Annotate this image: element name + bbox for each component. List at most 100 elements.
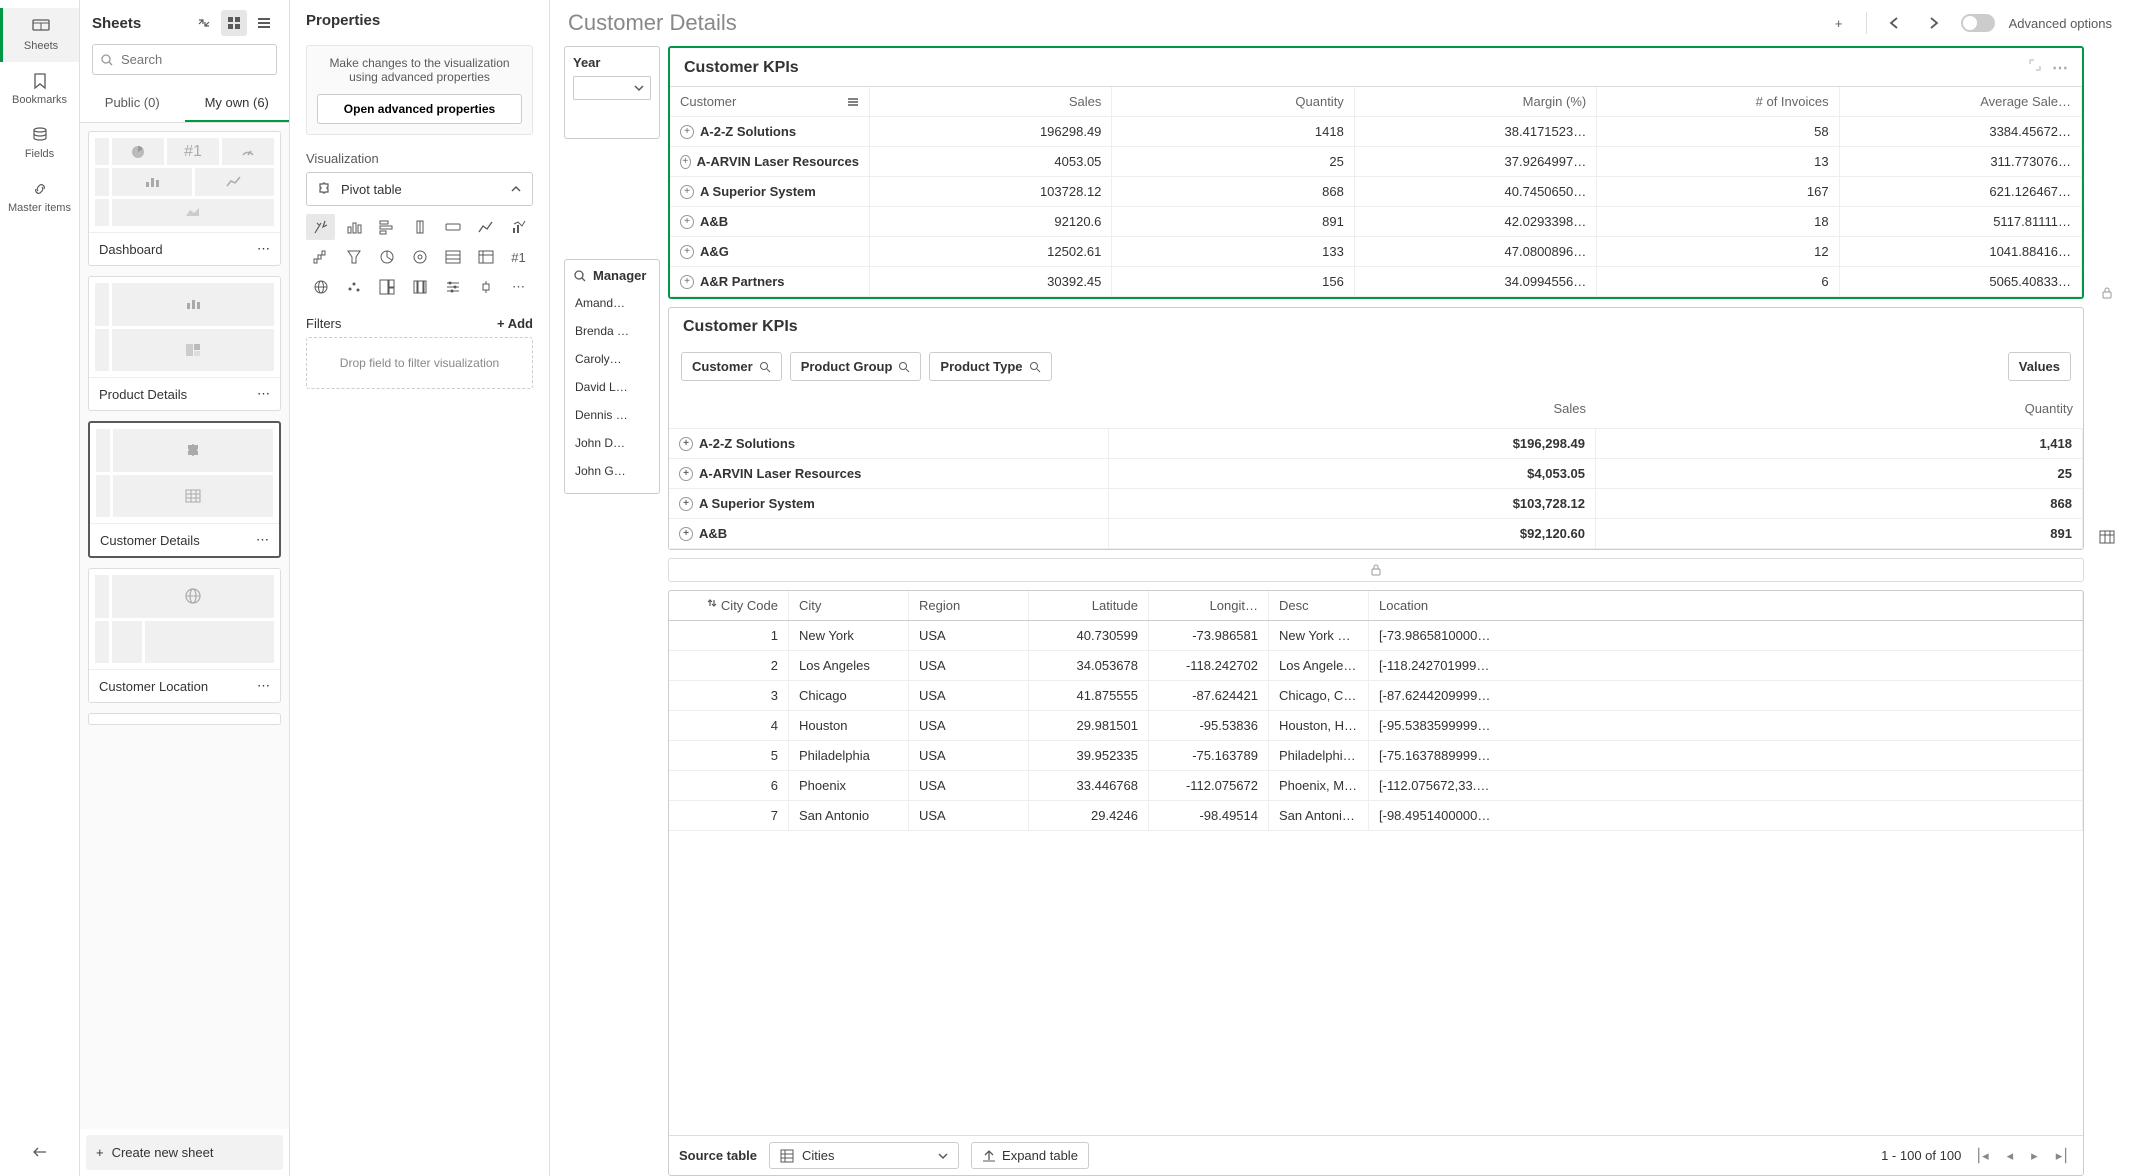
expand-row-button[interactable]: + (680, 155, 691, 169)
city-header-cell[interactable]: Latitude (1029, 591, 1149, 620)
rail-collapse-button[interactable] (30, 1144, 50, 1160)
city-header-cell[interactable]: Location (1369, 591, 2083, 620)
kpi1-row[interactable]: +A&R Partners30392.4515634.0994556…65065… (670, 267, 2082, 297)
expand-row-button[interactable]: + (680, 125, 694, 139)
customer-kpis-card-2[interactable]: Customer KPIs Customer Product Group Pro… (668, 307, 2084, 550)
prev-sheet-button[interactable] (1881, 10, 1907, 36)
sheet-menu-icon[interactable]: ⋯ (257, 386, 270, 402)
rail-sheets[interactable]: Sheets (0, 8, 79, 62)
manager-item[interactable]: Brenda … (565, 317, 659, 345)
manager-item[interactable]: Amand… (565, 289, 659, 317)
chip-values[interactable]: Values (2008, 352, 2071, 381)
source-dropdown[interactable]: Cities (769, 1142, 959, 1169)
rail-master-items[interactable]: Master items (0, 170, 79, 224)
year-dropdown[interactable] (573, 76, 651, 100)
expand-row-button[interactable]: + (680, 245, 694, 259)
viz-donut-icon[interactable] (405, 244, 434, 270)
sheet-card-customer-location[interactable]: Customer Location⋯ (88, 568, 281, 703)
manager-item[interactable]: David L… (565, 373, 659, 401)
kpi1-header-cell[interactable]: Quantity (1112, 87, 1354, 116)
viz-more-icon[interactable]: ⋯ (504, 274, 533, 300)
city-header-cell[interactable]: City (789, 591, 909, 620)
expand-row-button[interactable]: + (679, 527, 693, 541)
viz-button-icon[interactable] (438, 214, 467, 240)
page-last-button[interactable]: ▸⎮ (2052, 1146, 2073, 1166)
city-header-cell[interactable]: Region (909, 591, 1029, 620)
page-prev-button[interactable]: ◂ (2003, 1146, 2018, 1166)
viz-box-icon[interactable] (471, 274, 500, 300)
city-row[interactable]: 4HoustonUSA29.981501-95.53836Houston, Ha… (669, 711, 2083, 741)
fullscreen-icon[interactable] (2028, 58, 2042, 78)
tab-myown[interactable]: My own (6) (185, 85, 290, 122)
kpi2-row[interactable]: +A&B$92,120.60891 (669, 519, 2083, 549)
city-header-cell[interactable]: Longit… (1149, 591, 1269, 620)
column-menu-icon[interactable] (847, 96, 859, 108)
viz-pivot-icon[interactable] (471, 244, 500, 270)
kpi1-row[interactable]: +A&G12502.6113347.0800896…121041.88416… (670, 237, 2082, 267)
sheet-card-dashboard[interactable]: #1 Dashboard⋯ (88, 131, 281, 266)
lock-icon[interactable] (2101, 286, 2113, 300)
grid-view-icon[interactable] (221, 10, 247, 36)
search-icon[interactable] (573, 269, 587, 283)
kpi2-header-cell[interactable]: Sales (1109, 395, 1596, 422)
expand-row-button[interactable]: + (679, 497, 693, 511)
expand-panel-icon[interactable] (191, 10, 217, 36)
sheets-search-input[interactable] (92, 44, 277, 75)
page-next-button[interactable]: ▸ (2027, 1146, 2042, 1166)
viz-auto-icon[interactable] (306, 214, 335, 240)
expand-row-button[interactable]: + (679, 467, 693, 481)
manager-item[interactable]: John G… (565, 457, 659, 485)
expand-row-button[interactable]: + (680, 185, 694, 199)
viz-bar-horiz-icon[interactable] (372, 214, 401, 240)
expand-row-button[interactable]: + (680, 215, 694, 229)
kpi1-header-cell[interactable]: # of Invoices (1597, 87, 1839, 116)
expand-row-button[interactable]: + (679, 437, 693, 451)
city-row[interactable]: 5PhiladelphiaUSA39.952335-75.163789Phila… (669, 741, 2083, 771)
viz-bar-vert-icon[interactable] (339, 214, 368, 240)
sheet-card-customer-details[interactable]: Customer Details⋯ (88, 421, 281, 558)
city-row[interactable]: 2Los AngelesUSA34.053678-118.242702Los A… (669, 651, 2083, 681)
viz-distribution-icon[interactable] (438, 274, 467, 300)
viz-bullet-icon[interactable] (405, 214, 434, 240)
chip-product-type[interactable]: Product Type (929, 352, 1051, 381)
viz-scatter-icon[interactable] (339, 274, 368, 300)
rail-bookmarks[interactable]: Bookmarks (0, 62, 79, 116)
next-sheet-button[interactable] (1921, 10, 1947, 36)
city-row[interactable]: 7San AntonioUSA29.4246-98.49514San Anton… (669, 801, 2083, 831)
kpi1-header-cell[interactable]: Margin (%) (1355, 87, 1597, 116)
viz-waterfall-icon[interactable] (306, 244, 335, 270)
sheet-menu-icon[interactable]: ⋯ (257, 678, 270, 694)
customer-kpis-card-1[interactable]: Customer KPIs ⋯ CustomerSalesQuantityMar… (668, 46, 2084, 299)
manager-item[interactable]: Caroly… (565, 345, 659, 373)
viz-map-icon[interactable] (306, 274, 335, 300)
kpi1-header-cell[interactable]: Sales (870, 87, 1112, 116)
sheet-card-partial[interactable] (88, 713, 281, 725)
expand-table-button[interactable]: Expand table (971, 1142, 1089, 1169)
viz-pie-icon[interactable] (372, 244, 401, 270)
visualization-selector[interactable]: Pivot table (306, 172, 533, 206)
kpi2-row[interactable]: +A-2-Z Solutions$196,298.491,418 (669, 429, 2083, 459)
kpi2-row[interactable]: +A Superior System$103,728.12868 (669, 489, 2083, 519)
open-advanced-properties-button[interactable]: Open advanced properties (317, 94, 522, 124)
kpi1-header-cell[interactable]: Average Sale… (1840, 87, 2082, 116)
create-new-sheet-button[interactable]: + Create new sheet (86, 1135, 283, 1170)
chip-product-group[interactable]: Product Group (790, 352, 922, 381)
filters-add-button[interactable]: + Add (497, 316, 533, 331)
tab-public[interactable]: Public (0) (80, 85, 185, 122)
city-row[interactable]: 6PhoenixUSA33.446768-112.075672Phoenix, … (669, 771, 2083, 801)
viz-mekko-icon[interactable] (405, 274, 434, 300)
viz-treemap-icon[interactable] (372, 274, 401, 300)
sheet-card-product[interactable]: Product Details⋯ (88, 276, 281, 411)
viz-kpi-icon[interactable]: #1 (504, 244, 533, 270)
add-button[interactable]: + (1826, 10, 1852, 36)
kpi1-row[interactable]: +A-ARVIN Laser Resources4053.052537.9264… (670, 147, 2082, 177)
sheet-menu-icon[interactable]: ⋯ (256, 532, 269, 548)
card-menu-icon[interactable]: ⋯ (2052, 58, 2068, 78)
kpi2-row[interactable]: +A-ARVIN Laser Resources$4,053.0525 (669, 459, 2083, 489)
chip-customer[interactable]: Customer (681, 352, 782, 381)
expand-row-button[interactable]: + (680, 275, 694, 289)
manager-item[interactable]: John D… (565, 429, 659, 457)
kpi1-header-cell[interactable]: Customer (670, 87, 870, 116)
kpi1-row[interactable]: +A Superior System103728.1286840.7450650… (670, 177, 2082, 207)
city-header-cell[interactable]: Desc (1269, 591, 1369, 620)
